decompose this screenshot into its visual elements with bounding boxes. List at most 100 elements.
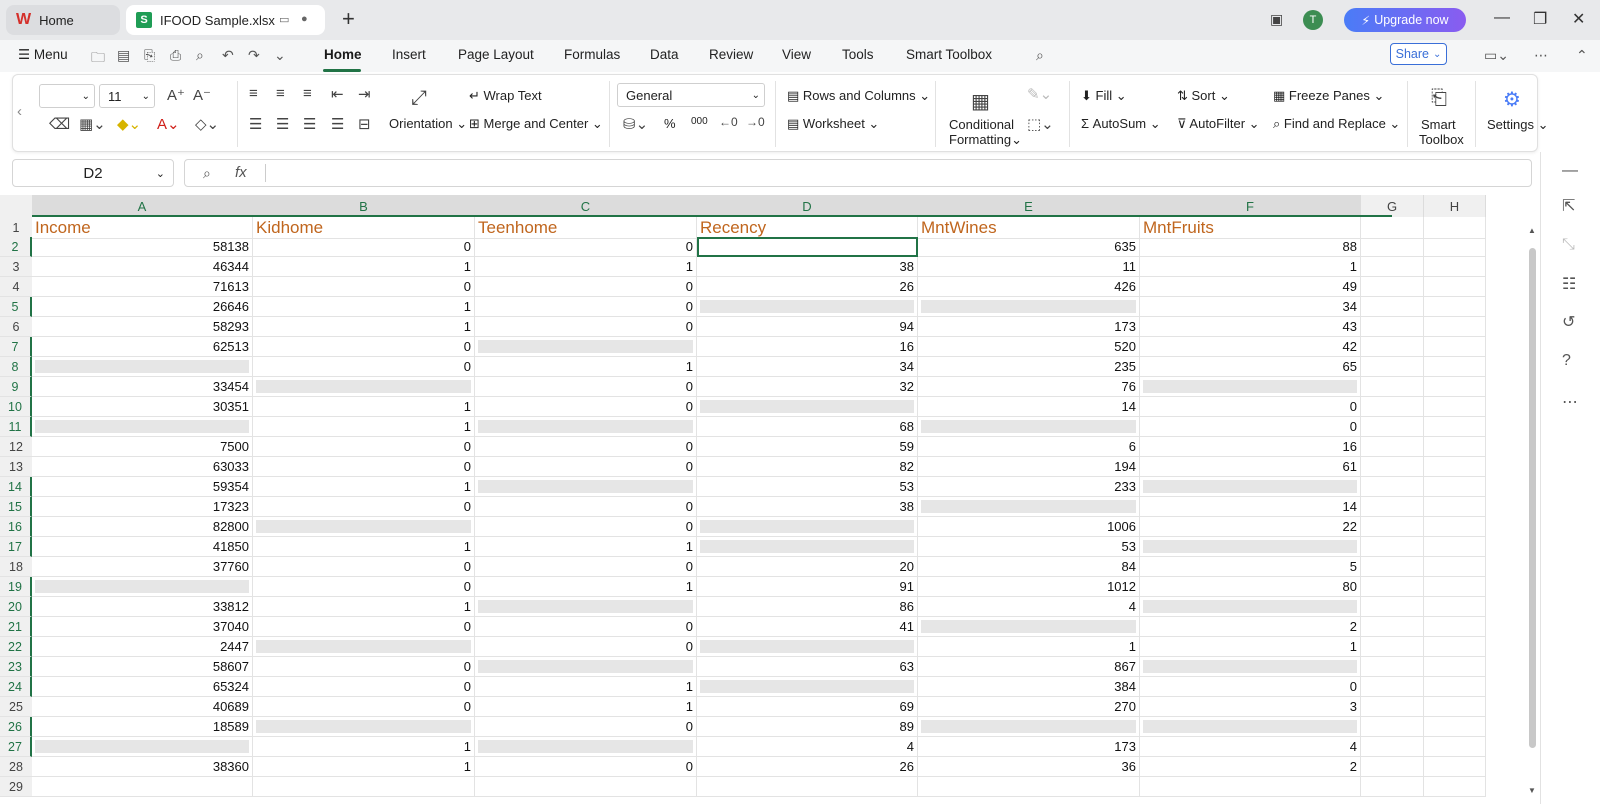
row-header[interactable]: 6 — [0, 317, 32, 337]
table-cell[interactable] — [918, 417, 1140, 437]
table-cell[interactable]: 0 — [475, 377, 697, 397]
column-title-cell[interactable] — [1424, 217, 1486, 239]
column-title-cell[interactable]: Income — [32, 217, 253, 239]
find-replace-button[interactable]: ⌕ Find and Replace ⌄ — [1273, 116, 1400, 132]
table-cell[interactable]: 520 — [918, 337, 1140, 357]
close-icon[interactable]: ✕ — [1572, 9, 1585, 29]
unsaved-dot-icon[interactable]: ● — [301, 13, 308, 25]
table-cell[interactable]: 59 — [697, 437, 918, 457]
rows-columns-button[interactable]: ▤ Rows and Columns ⌄ — [787, 88, 930, 104]
table-cell[interactable] — [918, 777, 1140, 797]
table-cell[interactable]: 194 — [918, 457, 1140, 477]
table-cell[interactable]: 2 — [1140, 757, 1361, 777]
table-cell[interactable] — [1361, 397, 1424, 417]
distributed-icon[interactable]: ⊟ — [358, 115, 371, 133]
column-title-cell[interactable]: MntFruits — [1140, 217, 1361, 239]
row-header[interactable]: 7 — [0, 337, 32, 357]
increase-decimal-icon[interactable]: →0 — [746, 115, 765, 129]
table-cell[interactable]: 7500 — [32, 437, 253, 457]
table-cell[interactable]: 61 — [1140, 457, 1361, 477]
row-header[interactable]: 22 — [0, 637, 32, 657]
table-cell[interactable]: 0 — [475, 757, 697, 777]
row-header[interactable]: 18 — [0, 557, 32, 577]
format-table-icon[interactable]: ⬚⌄ — [1027, 115, 1054, 133]
table-cell[interactable] — [1361, 637, 1424, 657]
wrap-text-button[interactable]: ↵ Wrap Text — [469, 88, 542, 104]
orientation-button[interactable]: Orientation ⌄ — [389, 116, 467, 132]
row-header[interactable]: 29 — [0, 777, 32, 797]
table-cell[interactable]: 14 — [1140, 497, 1361, 517]
table-cell[interactable]: 0 — [253, 697, 475, 717]
column-header-b[interactable]: B — [253, 195, 475, 217]
adjust-icon[interactable]: ☷ — [1562, 274, 1576, 294]
table-cell[interactable]: 18589 — [32, 717, 253, 737]
table-cell[interactable] — [475, 737, 697, 757]
table-cell[interactable]: 0 — [253, 457, 475, 477]
table-cell[interactable]: 0 — [475, 277, 697, 297]
avatar[interactable]: T — [1303, 10, 1323, 30]
table-cell[interactable] — [1140, 537, 1361, 557]
clear-format-icon[interactable]: ⌫ — [49, 115, 70, 133]
row-header[interactable]: 1 — [0, 217, 32, 239]
table-cell[interactable] — [1361, 257, 1424, 277]
borders-icon[interactable]: ▦⌄ — [79, 115, 106, 133]
table-cell[interactable]: 62513 — [32, 337, 253, 357]
tab-formulas[interactable]: Formulas — [564, 47, 620, 62]
table-cell[interactable]: 84 — [918, 557, 1140, 577]
table-cell[interactable]: 36 — [918, 757, 1140, 777]
table-cell[interactable] — [697, 297, 918, 317]
table-cell[interactable]: 59354 — [32, 477, 253, 497]
table-cell[interactable]: 6 — [918, 437, 1140, 457]
table-cell[interactable] — [32, 417, 253, 437]
table-cell[interactable]: 1012 — [918, 577, 1140, 597]
table-cell[interactable]: 1 — [475, 257, 697, 277]
table-cell[interactable] — [1140, 657, 1361, 677]
table-cell[interactable] — [1140, 597, 1361, 617]
tab-smart-toolbox[interactable]: Smart Toolbox — [906, 47, 992, 62]
table-cell[interactable]: 30351 — [32, 397, 253, 417]
table-cell[interactable] — [1361, 497, 1424, 517]
table-cell[interactable]: 63033 — [32, 457, 253, 477]
tab-data[interactable]: Data — [650, 47, 679, 62]
table-cell[interactable] — [1361, 297, 1424, 317]
table-cell[interactable] — [1424, 497, 1486, 517]
undo-icon[interactable]: ↶ — [222, 47, 234, 64]
table-cell[interactable]: 0 — [475, 557, 697, 577]
new-folder-icon[interactable]: 🗀 — [91, 47, 105, 71]
settings-icon[interactable]: ⚙ — [1503, 87, 1521, 112]
table-cell[interactable]: 0 — [253, 337, 475, 357]
table-cell[interactable]: 384 — [918, 677, 1140, 697]
select-icon[interactable]: ⇱ — [1562, 196, 1575, 216]
save-icon[interactable]: ▤ — [117, 47, 130, 64]
settings-button[interactable]: Settings ⌄ — [1487, 117, 1549, 133]
table-cell[interactable]: 65324 — [32, 677, 253, 697]
row-header[interactable]: 28 — [0, 757, 32, 777]
column-header-f[interactable]: F — [1140, 195, 1361, 217]
table-cell[interactable]: 1 — [253, 737, 475, 757]
table-cell[interactable]: 0 — [475, 637, 697, 657]
table-cell[interactable]: 1 — [253, 397, 475, 417]
table-cell[interactable] — [1424, 557, 1486, 577]
table-cell[interactable] — [697, 677, 918, 697]
table-cell[interactable]: 68 — [697, 417, 918, 437]
table-cell[interactable] — [1424, 517, 1486, 537]
table-cell[interactable] — [1424, 257, 1486, 277]
table-cell[interactable] — [32, 357, 253, 377]
table-cell[interactable] — [1424, 377, 1486, 397]
history-icon[interactable]: ↺ — [1562, 312, 1575, 332]
row-header[interactable]: 12 — [0, 437, 32, 457]
scroll-up-icon[interactable]: ▲ — [1528, 226, 1536, 235]
table-cell[interactable]: 1 — [253, 257, 475, 277]
sort-button[interactable]: ⇅ Sort ⌄ — [1177, 88, 1230, 104]
table-cell[interactable] — [253, 377, 475, 397]
align-right-icon[interactable]: ☰ — [303, 115, 316, 133]
table-cell[interactable]: 1 — [253, 597, 475, 617]
menu-button[interactable]: ☰ Menu — [18, 47, 68, 63]
scroll-down-icon[interactable]: ▼ — [1528, 786, 1536, 795]
table-cell[interactable] — [1361, 537, 1424, 557]
collapse-ribbon-icon[interactable]: ⌃ — [1576, 47, 1588, 64]
table-cell[interactable]: 71613 — [32, 277, 253, 297]
table-cell[interactable] — [1361, 737, 1424, 757]
table-cell[interactable] — [1424, 417, 1486, 437]
align-bottom-icon[interactable]: ≡ — [303, 85, 312, 102]
